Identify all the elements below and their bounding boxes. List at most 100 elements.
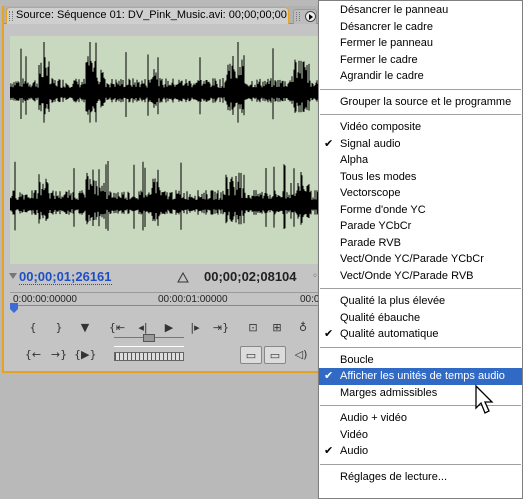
- menu-item[interactable]: ✔ Audio: [319, 443, 522, 460]
- ruler-label: 00:00:01:00000: [158, 294, 228, 305]
- panel-tab-bar: Source: Séquence 01: DV_Pink_Music.avi: …: [4, 6, 322, 24]
- menu-item-label: Marges admissibles: [340, 386, 438, 399]
- toggle-take-icon[interactable]: ♁: [292, 319, 314, 337]
- duration-icon: [176, 270, 190, 284]
- menu-item-label: Signal audio: [340, 137, 401, 150]
- menu-item-label: Vidéo composite: [340, 121, 422, 133]
- menu-item-label: Boucle: [340, 353, 374, 366]
- menu-item-label: Désancrer le cadre: [340, 20, 433, 33]
- panel-context-menu: Désancrer le panneau Désancrer le cadre Fe…: [318, 0, 523, 499]
- checkmark-icon: ✔: [324, 137, 334, 150]
- shuttle-control[interactable]: [114, 352, 184, 361]
- menu-item-label: Vect/Onde YC/Parade RVB: [340, 269, 474, 282]
- menu-separator: [319, 110, 522, 119]
- audio-waveform-display: [10, 36, 320, 264]
- menu-item[interactable]: Désancrer le panneau: [319, 2, 522, 19]
- go-to-out-icon[interactable]: ⇥}: [210, 319, 232, 337]
- menu-item[interactable]: Vectorscope: [319, 185, 522, 202]
- play-icon[interactable]: ▶: [158, 319, 180, 337]
- waveform-channel: [10, 42, 320, 123]
- menu-item-label: Forme d'onde YC: [340, 203, 426, 216]
- menu-item-label: Tous les modes: [340, 170, 417, 183]
- set-marker-icon[interactable]: ▼: [74, 319, 96, 337]
- go-to-out-point-icon[interactable]: →}: [48, 346, 70, 364]
- source-monitor-panel: Source: Séquence 01: DV_Pink_Music.avi: …: [2, 6, 325, 373]
- menu-item[interactable]: Désancrer le cadre: [319, 19, 522, 36]
- go-to-in-point-icon[interactable]: {←: [22, 346, 44, 364]
- go-to-in-icon[interactable]: {⇤: [106, 319, 128, 337]
- current-timecode[interactable]: 00;00;01;26161: [19, 269, 112, 285]
- tab-secondary[interactable]: [293, 9, 317, 24]
- tab-source-title: Source: Séquence 01: DV_Pink_Music.avi: …: [16, 9, 287, 21]
- menu-item-label: Qualité automatique: [340, 328, 439, 340]
- time-ruler[interactable]: 0:00:00:00000 00:00:01:00000 00:00: [10, 292, 325, 314]
- menu-item-label: Réglages de lecture...: [340, 470, 448, 483]
- menu-item-label: Qualité la plus élevée: [340, 295, 446, 307]
- menu-item[interactable]: Alpha: [319, 152, 522, 169]
- jog-slider[interactable]: [114, 334, 184, 347]
- menu-item-label: Vect/Onde YC/Parade YCbCr: [340, 253, 484, 265]
- menu-item-label: Fermer le panneau: [340, 37, 433, 49]
- menu-item[interactable]: Qualité la plus élevée: [319, 293, 522, 310]
- menu-item-label: Audio: [340, 445, 369, 457]
- menu-separator: [319, 343, 522, 352]
- waveform-graphic: [10, 42, 320, 231]
- menu-item-label: Vectorscope: [340, 187, 401, 199]
- menu-item-label: Fermer le cadre: [340, 53, 418, 66]
- timecode-bar: 00;00;01;26161 00;00;02;08104 ◦: [4, 268, 322, 288]
- menu-item[interactable]: Grouper la source et le programme: [319, 94, 522, 111]
- checkmark-icon: ✔: [324, 370, 334, 382]
- jog-knob[interactable]: [143, 334, 155, 342]
- export-frame-icon[interactable]: ▭: [240, 346, 262, 364]
- menu-item[interactable]: ✔ Afficher les unités de temps audio: [319, 368, 522, 385]
- transport-controls: { } ▼ {⇤ ◂| ▶ |▸ ⇥} ⊡ ⊞ ♁ {← →} {▶} ▭ ▭ …: [4, 316, 322, 373]
- tab-source[interactable]: Source: Séquence 01: DV_Pink_Music.avi: …: [6, 7, 289, 24]
- menu-item[interactable]: ✔ Signal audio: [319, 136, 522, 153]
- audio-output-icon[interactable]: ◁): [290, 346, 312, 364]
- overlay-icon[interactable]: ⊞: [266, 319, 288, 337]
- menu-separator: [319, 284, 522, 293]
- checkmark-icon: ✔: [324, 328, 334, 340]
- menu-item[interactable]: Vidéo: [319, 427, 522, 444]
- menu-item[interactable]: Boucle: [319, 352, 522, 369]
- menu-item[interactable]: Agrandir le cadre: [319, 68, 522, 85]
- menu-item-label: Agrandir le cadre: [340, 70, 424, 82]
- menu-item-label: Audio + vidéo: [340, 412, 407, 424]
- checkmark-icon: ✔: [324, 445, 334, 457]
- menu-item[interactable]: ✔ Qualité automatique: [319, 326, 522, 343]
- panel-menu-icon[interactable]: [305, 11, 316, 22]
- menu-item-label: Grouper la source et le programme: [340, 95, 512, 108]
- tab-grip-icon[interactable]: [9, 11, 13, 21]
- step-forward-icon[interactable]: |▸: [184, 319, 206, 337]
- menu-item[interactable]: Forme d'onde YC: [319, 202, 522, 219]
- menu-item[interactable]: Vect/Onde YC/Parade YCbCr: [319, 251, 522, 268]
- menu-item-label: Alpha: [340, 154, 369, 166]
- menu-item[interactable]: Vidéo composite: [319, 119, 522, 136]
- menu-item[interactable]: Parade RVB: [319, 235, 522, 252]
- mark-in-icon[interactable]: {: [22, 319, 44, 337]
- ruler-label: 0:00:00:00000: [13, 294, 77, 305]
- tab-grip-icon[interactable]: [296, 12, 300, 21]
- play-in-to-out-icon[interactable]: {▶}: [74, 346, 96, 364]
- menu-item[interactable]: Parade YCbCr: [319, 218, 522, 235]
- menu-item[interactable]: Tous les modes: [319, 169, 522, 186]
- menu-item[interactable]: Vect/Onde YC/Parade RVB: [319, 268, 522, 285]
- insert-icon[interactable]: ⊡: [242, 319, 264, 337]
- menu-item-label: Vidéo: [340, 428, 368, 441]
- menu-item-label: Afficher les unités de temps audio: [340, 370, 505, 382]
- menu-item[interactable]: Réglages de lecture...: [319, 469, 522, 486]
- menu-item-label: Qualité ébauche: [340, 311, 421, 324]
- menu-item[interactable]: Fermer le panneau: [319, 35, 522, 52]
- menu-item[interactable]: Fermer le cadre: [319, 52, 522, 69]
- ruler-baseline: [10, 305, 322, 306]
- menu-separator: [319, 85, 522, 94]
- playhead-icon[interactable]: [10, 303, 18, 313]
- duration-timecode: 00;00;02;08104: [204, 269, 297, 284]
- menu-item[interactable]: Qualité ébauche: [319, 310, 522, 327]
- menu-item-label: Désancrer le panneau: [340, 4, 449, 16]
- trim-icon[interactable]: ▭: [264, 346, 286, 364]
- mouse-cursor-icon: [475, 384, 494, 414]
- in-point-marker-icon: [9, 273, 17, 279]
- menu-item-label: Parade YCbCr: [340, 220, 412, 232]
- mark-out-icon[interactable]: }: [48, 319, 70, 337]
